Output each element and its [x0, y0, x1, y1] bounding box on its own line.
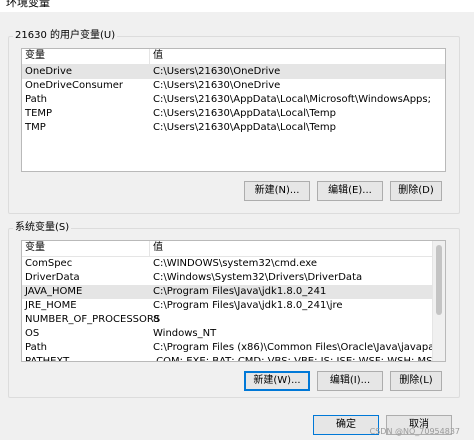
- variable-name: OneDrive: [25, 66, 73, 77]
- variable-name: ComSpec: [25, 258, 73, 269]
- user-new-button[interactable]: 新建(N)...: [244, 181, 310, 201]
- system-new-button[interactable]: 新建(W)...: [244, 371, 310, 391]
- variable-name: Path: [25, 94, 47, 105]
- table-row[interactable]: Path C:\Program Files (x86)\Common Files\…: [22, 341, 445, 355]
- variable-name: Path: [25, 342, 47, 353]
- user-variables-list[interactable]: 变量 值 OneDrive C:\Users\21630\OneDrive OneD…: [21, 48, 446, 172]
- table-row[interactable]: OneDrive C:\Users\21630\OneDrive: [22, 65, 445, 79]
- header-variable[interactable]: 变量: [25, 49, 45, 63]
- variable-value: Windows_NT: [153, 328, 217, 339]
- header-value[interactable]: 值: [153, 241, 163, 255]
- header-value[interactable]: 值: [153, 49, 163, 63]
- variable-value: C:\Users\21630\AppData\Local\Microsoft\W…: [153, 94, 431, 105]
- system-variables-label: 系统变量(S): [13, 222, 72, 234]
- column-separator[interactable]: [149, 241, 150, 256]
- variable-value: 8: [153, 314, 160, 325]
- system-edit-button[interactable]: 编辑(I)...: [317, 371, 383, 391]
- table-row[interactable]: ComSpec C:\WINDOWS\system32\cmd.exe: [22, 257, 445, 271]
- scrollbar-thumb[interactable]: [436, 245, 442, 315]
- variable-name: TMP: [25, 122, 46, 133]
- variable-name: OS: [25, 328, 40, 339]
- user-edit-button[interactable]: 编辑(E)...: [317, 181, 383, 201]
- table-row[interactable]: PATHEXT .COM;.EXE;.BAT;.CMD;.VBS;.VBE;.JS…: [22, 355, 445, 362]
- table-row[interactable]: JRE_HOME C:\Program Files\Java\jdk1.8.0_2…: [22, 299, 445, 313]
- table-row[interactable]: OneDriveConsumer C:\Users\21630\OneDrive: [22, 79, 445, 93]
- user-delete-button[interactable]: 删除(D): [390, 181, 442, 201]
- variable-value: C:\Users\21630\OneDrive: [153, 66, 281, 77]
- table-row[interactable]: TMP C:\Users\21630\AppData\Local\Temp: [22, 121, 445, 135]
- list-header: 变量 值: [22, 49, 445, 65]
- system-delete-button[interactable]: 删除(L): [390, 371, 442, 391]
- variable-value: C:\Users\21630\OneDrive: [153, 80, 281, 91]
- user-variables-label: 21630 的用户变量(U): [13, 30, 118, 42]
- variable-value: C:\Windows\System32\Drivers\DriverData: [153, 272, 363, 283]
- system-variables-list[interactable]: 变量 值 ComSpec C:\WINDOWS\system32\cmd.exe D…: [21, 240, 446, 362]
- variable-value: C:\Program Files (x86)\Common Files\Orac…: [153, 342, 445, 353]
- variable-value: .COM;.EXE;.BAT;.CMD;.VBS;.VBE;.JS;.JSE;.…: [153, 356, 440, 362]
- variable-value: C:\Program Files\Java\jdk1.8.0_241: [153, 286, 327, 297]
- column-separator[interactable]: [149, 49, 150, 64]
- table-row[interactable]: OS Windows_NT: [22, 327, 445, 341]
- vertical-scrollbar[interactable]: [432, 241, 445, 361]
- variable-value: C:\WINDOWS\system32\cmd.exe: [153, 258, 317, 269]
- variable-name: DriverData: [25, 272, 80, 283]
- variable-value: C:\Users\21630\AppData\Local\Temp: [153, 108, 336, 119]
- variable-name: OneDriveConsumer: [25, 80, 124, 91]
- list-header: 变量 值: [22, 241, 445, 257]
- header-variable[interactable]: 变量: [25, 241, 45, 255]
- window-title: 环境变量: [6, 0, 50, 9]
- variable-value: C:\Program Files\Java\jdk1.8.0_241\jre: [153, 300, 343, 311]
- table-row[interactable]: Path C:\Users\21630\AppData\Local\Microso…: [22, 93, 445, 107]
- table-row[interactable]: DriverData C:\Windows\System32\Drivers\Dr…: [22, 271, 445, 285]
- variable-name: JRE_HOME: [25, 300, 77, 311]
- table-row[interactable]: NUMBER_OF_PROCESSORS 8: [22, 313, 445, 327]
- variable-name: JAVA_HOME: [25, 286, 83, 297]
- watermark: CSDN @NO_70954837: [369, 427, 460, 436]
- variable-name: NUMBER_OF_PROCESSORS: [25, 314, 161, 325]
- table-row[interactable]: JAVA_HOME C:\Program Files\Java\jdk1.8.0_…: [22, 285, 445, 299]
- variable-name: PATHEXT: [25, 356, 70, 362]
- table-row[interactable]: TEMP C:\Users\21630\AppData\Local\Temp: [22, 107, 445, 121]
- variable-name: TEMP: [25, 108, 53, 119]
- title-bar: 环境变量: [0, 0, 474, 12]
- variable-value: C:\Users\21630\AppData\Local\Temp: [153, 122, 336, 133]
